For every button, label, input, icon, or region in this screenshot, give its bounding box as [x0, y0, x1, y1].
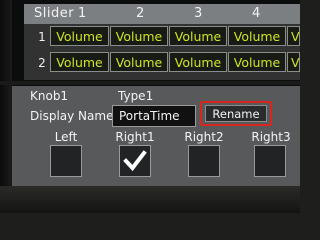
- slider-cell[interactable]: Volume: [169, 26, 227, 46]
- option-label-right3: Right3: [251, 130, 291, 144]
- option-checkbox-right3[interactable]: [254, 145, 286, 177]
- screen-bezel: [0, 0, 12, 213]
- option-label-right2: Right2: [184, 130, 224, 144]
- rename-highlight[interactable]: Rename: [200, 101, 272, 126]
- option-checkbox-left[interactable]: [50, 145, 82, 177]
- display-name-field[interactable]: PortaTime: [112, 105, 196, 127]
- slider-cell[interactable]: V: [287, 26, 300, 46]
- column-header-1: 1: [78, 6, 87, 21]
- slider-title: Slider: [34, 6, 75, 21]
- column-header-3: 3: [194, 6, 203, 21]
- section-divider: [0, 81, 300, 85]
- checkmark-icon: [123, 150, 147, 172]
- slider-cell[interactable]: Volume: [228, 26, 286, 46]
- option-checkbox-right1[interactable]: [119, 145, 151, 177]
- slider-header: Slider 1 2 3 4: [24, 4, 300, 24]
- option-checkbox-right2[interactable]: [188, 145, 220, 177]
- slider-cell[interactable]: Volume: [110, 26, 168, 46]
- row-label-2: 2: [38, 56, 46, 70]
- slider-cell[interactable]: Volume: [228, 52, 286, 72]
- type-label: Type1: [118, 89, 154, 103]
- column-header-2: 2: [136, 6, 145, 21]
- slider-cell[interactable]: Volume: [110, 52, 168, 72]
- display-name-label: Display Name:: [30, 109, 118, 123]
- column-header-4: 4: [252, 6, 261, 21]
- option-label-right1: Right1: [115, 130, 155, 144]
- row-label-1: 1: [38, 30, 46, 44]
- screen-bottom-edge: [0, 186, 300, 213]
- rename-button[interactable]: Rename: [205, 105, 267, 122]
- knob-label: Knob1: [30, 89, 69, 103]
- option-label-left: Left: [54, 130, 78, 144]
- slider-cell[interactable]: Volume: [169, 52, 227, 72]
- slider-cell[interactable]: Volume: [50, 52, 109, 72]
- slider-cell[interactable]: V: [287, 52, 300, 72]
- device-screen: Slider 1 2 3 4 1 Volume Volume Volume Vo…: [0, 0, 300, 213]
- slider-cell[interactable]: Volume: [50, 26, 109, 46]
